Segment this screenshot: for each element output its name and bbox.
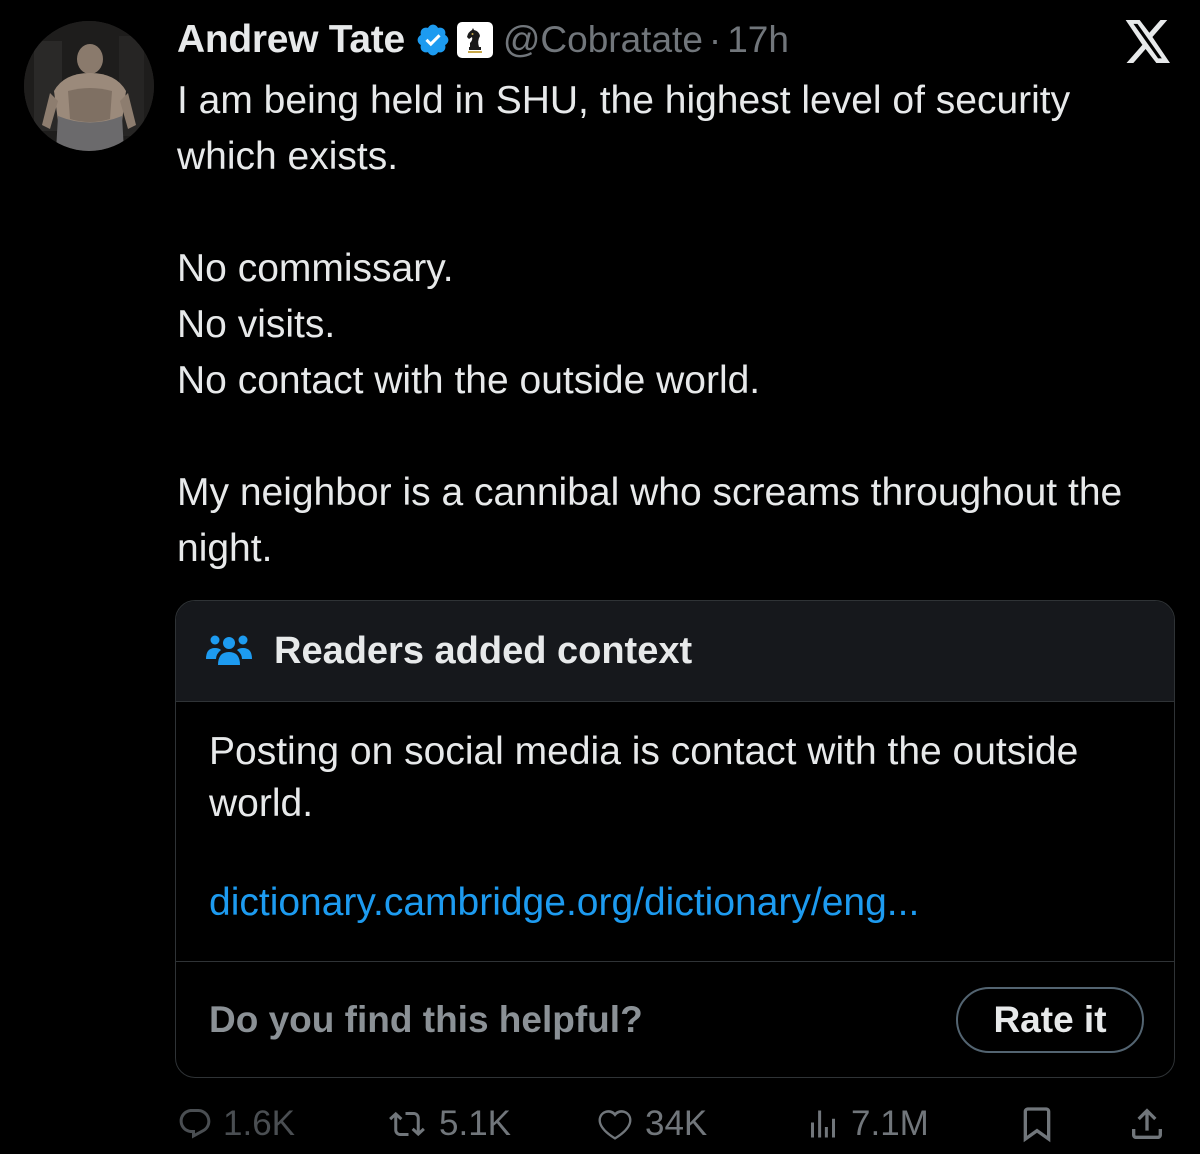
verified-badge-icon[interactable] (415, 22, 451, 58)
community-note-header[interactable]: Readers added context (176, 601, 1174, 702)
people-icon (206, 635, 252, 665)
share-icon (1132, 1108, 1162, 1139)
chess-knight-affiliate-icon (466, 28, 482, 53)
community-note-footer: Do you find this helpful? Rate it (176, 962, 1174, 1077)
like-count: 34K (645, 1104, 708, 1143)
rate-it-button[interactable]: Rate it (956, 987, 1144, 1053)
community-note-text: Posting on social media is contact with … (209, 730, 1079, 825)
reply-count: 1.6K (223, 1104, 295, 1143)
views-icon (811, 1110, 835, 1138)
share-button[interactable] (1127, 1104, 1167, 1144)
retweet-button[interactable]: 5.1K (385, 1104, 511, 1144)
community-note-title: Readers added context (274, 629, 693, 672)
separator-dot: · (708, 19, 722, 60)
bookmark-button[interactable] (1017, 1104, 1057, 1144)
tweet-line: No visits. (177, 303, 336, 346)
author-handle[interactable]: @Cobratate (503, 19, 703, 61)
heart-icon (598, 1110, 632, 1140)
author-name[interactable]: Andrew Tate (177, 18, 405, 62)
views-count: 7.1M (851, 1104, 929, 1143)
tweet-line: My neighbor is a cannibal who screams th… (177, 471, 1123, 570)
community-note: Readers added context Posting on social … (175, 600, 1175, 1078)
reply-icon (179, 1109, 211, 1139)
tweet-header: Andrew Tate @Cobratate · 17h (177, 14, 789, 66)
tweet-timestamp[interactable]: 17h (727, 19, 789, 61)
community-note-link[interactable]: dictionary.cambridge.org/dictionary/eng.… (209, 881, 1141, 925)
views-button[interactable]: 7.1M (805, 1104, 929, 1144)
author-avatar[interactable] (24, 21, 154, 151)
retweet-icon (389, 1111, 425, 1137)
community-note-body: Posting on social media is contact with … (176, 702, 1174, 962)
tweet-line: No commissary. (177, 247, 454, 290)
tweet-text: I am being held in SHU, the highest leve… (177, 73, 1177, 577)
retweet-count: 5.1K (439, 1104, 511, 1143)
bookmark-icon (1023, 1107, 1051, 1143)
reply-button[interactable]: 1.6K (177, 1104, 295, 1144)
tweet-actions: 1.6K 5.1K 34K 7.1M (175, 1098, 1175, 1154)
helpful-question: Do you find this helpful? (209, 999, 643, 1040)
tweet-line: No contact with the outside world. (177, 359, 761, 402)
x-logo-icon (1125, 20, 1170, 63)
like-button[interactable]: 34K (595, 1104, 707, 1144)
tweet-line: I am being held in SHU, the highest leve… (177, 79, 1071, 178)
affiliate-badge[interactable] (456, 22, 493, 58)
